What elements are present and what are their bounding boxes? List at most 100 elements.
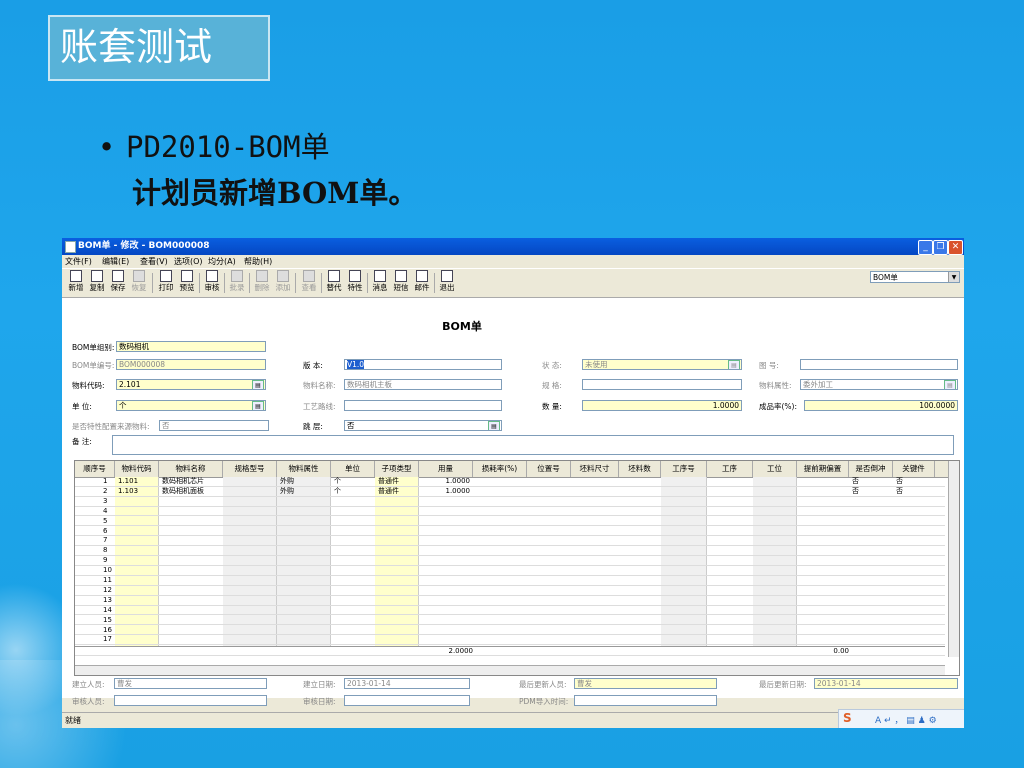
table-cell[interactable]: 否 — [896, 477, 903, 486]
menu-file[interactable]: 文件(F) — [65, 255, 92, 268]
menu-view[interactable]: 查看(V) — [140, 255, 168, 268]
lookup-icon[interactable]: ▤ — [488, 421, 500, 430]
minimize-button[interactable]: _ — [918, 240, 933, 255]
col-header[interactable]: 用量 — [419, 461, 473, 477]
bom-group-field[interactable]: 数码相机 — [116, 341, 266, 352]
table-row[interactable]: 15 — [75, 616, 945, 626]
col-header[interactable]: 损耗率(%) — [473, 461, 527, 477]
table-cell[interactable]: 1.101 — [118, 477, 138, 486]
table-row[interactable]: 13 — [75, 596, 945, 606]
table-cell[interactable]: 数码相机面板 — [162, 487, 204, 496]
ime-toolbar[interactable]: S A ↵ ， ▤ ♟ ⚙ — [838, 709, 964, 728]
col-header[interactable]: 坯料尺寸 — [571, 461, 619, 477]
table-row[interactable]: 10 — [75, 566, 945, 576]
feature-button[interactable]: 特性 — [345, 270, 365, 295]
message-button[interactable]: 消息 — [370, 270, 390, 295]
level-field[interactable]: 否 ▤ — [344, 420, 502, 431]
col-header[interactable]: 提前期偏置 — [797, 461, 849, 477]
table-row[interactable]: 8 — [75, 546, 945, 557]
table-cell[interactable]: 普通件 — [378, 477, 399, 486]
col-header[interactable]: 子项类型 — [375, 461, 419, 477]
table-cell[interactable]: 否 — [896, 487, 903, 496]
table-row[interactable]: 3 — [75, 497, 945, 507]
updater-field[interactable]: 曹发 — [574, 678, 717, 689]
print-button[interactable]: 打印 — [156, 270, 176, 295]
col-header[interactable]: 物料属性 — [277, 461, 331, 477]
table-row[interactable]: 4 — [75, 507, 945, 517]
chevron-down-icon[interactable]: ▼ — [948, 272, 959, 282]
table-row[interactable]: 7 — [75, 536, 945, 547]
grid-vertical-scrollbar[interactable] — [948, 461, 959, 657]
col-header[interactable]: 顺序号 — [75, 461, 115, 477]
sms-button[interactable]: 短信 — [391, 270, 411, 295]
col-header[interactable]: 物料代码 — [115, 461, 159, 477]
lookup-icon[interactable]: ▤ — [252, 401, 264, 410]
replace-button[interactable]: 替代 — [324, 270, 344, 295]
menu-edit[interactable]: 编辑(E) — [102, 255, 129, 268]
unit-field[interactable]: 个 ▤ — [116, 400, 266, 411]
table-row[interactable]: 2 1.103 数码相机面板 外购 个 普通件 1.0000 否 否 — [75, 487, 945, 497]
table-cell[interactable]: 外购 — [280, 487, 294, 496]
table-row[interactable]: 11 — [75, 576, 945, 586]
col-header[interactable]: 关键件 — [893, 461, 935, 477]
spec-field[interactable] — [582, 379, 742, 390]
col-header[interactable]: 工位 — [753, 461, 797, 477]
col-header[interactable]: 规格型号 — [223, 461, 277, 477]
col-header[interactable]: 位置号 — [527, 461, 571, 477]
table-row[interactable]: 5 — [75, 517, 945, 527]
item-name-field[interactable]: 数码相机主板 — [344, 379, 502, 390]
view-button[interactable]: 查看 — [299, 270, 319, 295]
col-header[interactable]: 坯料数 — [619, 461, 661, 477]
qty-field[interactable]: 1.0000 — [582, 400, 742, 411]
save-button[interactable]: 保存 — [108, 270, 128, 295]
update-date-field[interactable]: 2013-01-14 — [814, 678, 958, 689]
table-cell[interactable]: 1.103 — [118, 487, 138, 496]
batch-button[interactable]: 批录 — [227, 270, 247, 295]
menu-help[interactable]: 帮助(H) — [244, 255, 272, 268]
undo-button[interactable]: 恢复 — [129, 270, 149, 295]
table-cell[interactable]: 1.0000 — [419, 487, 471, 496]
table-cell[interactable]: 普通件 — [378, 487, 399, 496]
remark-field[interactable] — [112, 435, 954, 455]
delete-button[interactable]: 删除 — [252, 270, 272, 295]
copy-button[interactable]: 复制 — [87, 270, 107, 295]
table-cell[interactable]: 否 — [852, 477, 859, 486]
table-row[interactable]: 6 — [75, 527, 945, 537]
item-attr-field[interactable]: 委外加工 ▤ — [800, 379, 958, 390]
col-header[interactable]: 工序号 — [661, 461, 707, 477]
pdm-time-field[interactable] — [574, 695, 717, 706]
table-cell[interactable]: 个 — [334, 477, 341, 486]
lookup-icon[interactable]: ▤ — [252, 380, 264, 389]
lookup-icon[interactable]: ▤ — [944, 380, 956, 389]
table-cell[interactable]: 1.0000 — [419, 477, 471, 486]
menu-average[interactable]: 均分(A) — [208, 255, 236, 268]
col-header[interactable]: 是否倒冲 — [849, 461, 893, 477]
approve-button[interactable]: 审核 — [202, 270, 222, 295]
col-header[interactable]: 工序 — [707, 461, 753, 477]
add-button[interactable]: 添加 — [273, 270, 293, 295]
feature-source-field[interactable]: 否 — [159, 420, 269, 431]
new-button[interactable]: 新增 — [66, 270, 86, 295]
grid-horizontal-scrollbar[interactable] — [75, 665, 945, 675]
drawing-field[interactable] — [800, 359, 958, 370]
exit-button[interactable]: 退出 — [437, 270, 457, 295]
mail-button[interactable]: 邮件 — [412, 270, 432, 295]
route-field[interactable] — [344, 400, 502, 411]
create-date-field[interactable]: 2013-01-14 — [344, 678, 470, 689]
table-row[interactable]: 14 — [75, 606, 945, 616]
restore-button[interactable]: ❐ — [933, 240, 948, 255]
table-cell[interactable]: 否 — [852, 487, 859, 496]
col-header[interactable]: 单位 — [331, 461, 375, 477]
col-header[interactable]: 物料名称 — [159, 461, 223, 477]
menu-options[interactable]: 选项(O) — [174, 255, 203, 268]
yield-field[interactable]: 100.0000 — [804, 400, 958, 411]
table-row[interactable]: 16 — [75, 626, 945, 636]
table-cell[interactable]: 个 — [334, 487, 341, 496]
bom-no-field[interactable]: BOM000008 — [116, 359, 266, 370]
creator-field[interactable]: 曹发 — [114, 678, 267, 689]
preview-button[interactable]: 预览 — [177, 270, 197, 295]
bill-type-select[interactable]: BOM单 ▼ — [870, 271, 960, 283]
version-field[interactable]: V1.0 — [344, 359, 502, 370]
table-row[interactable]: 9 — [75, 556, 945, 566]
table-row[interactable]: 17 — [75, 635, 945, 646]
